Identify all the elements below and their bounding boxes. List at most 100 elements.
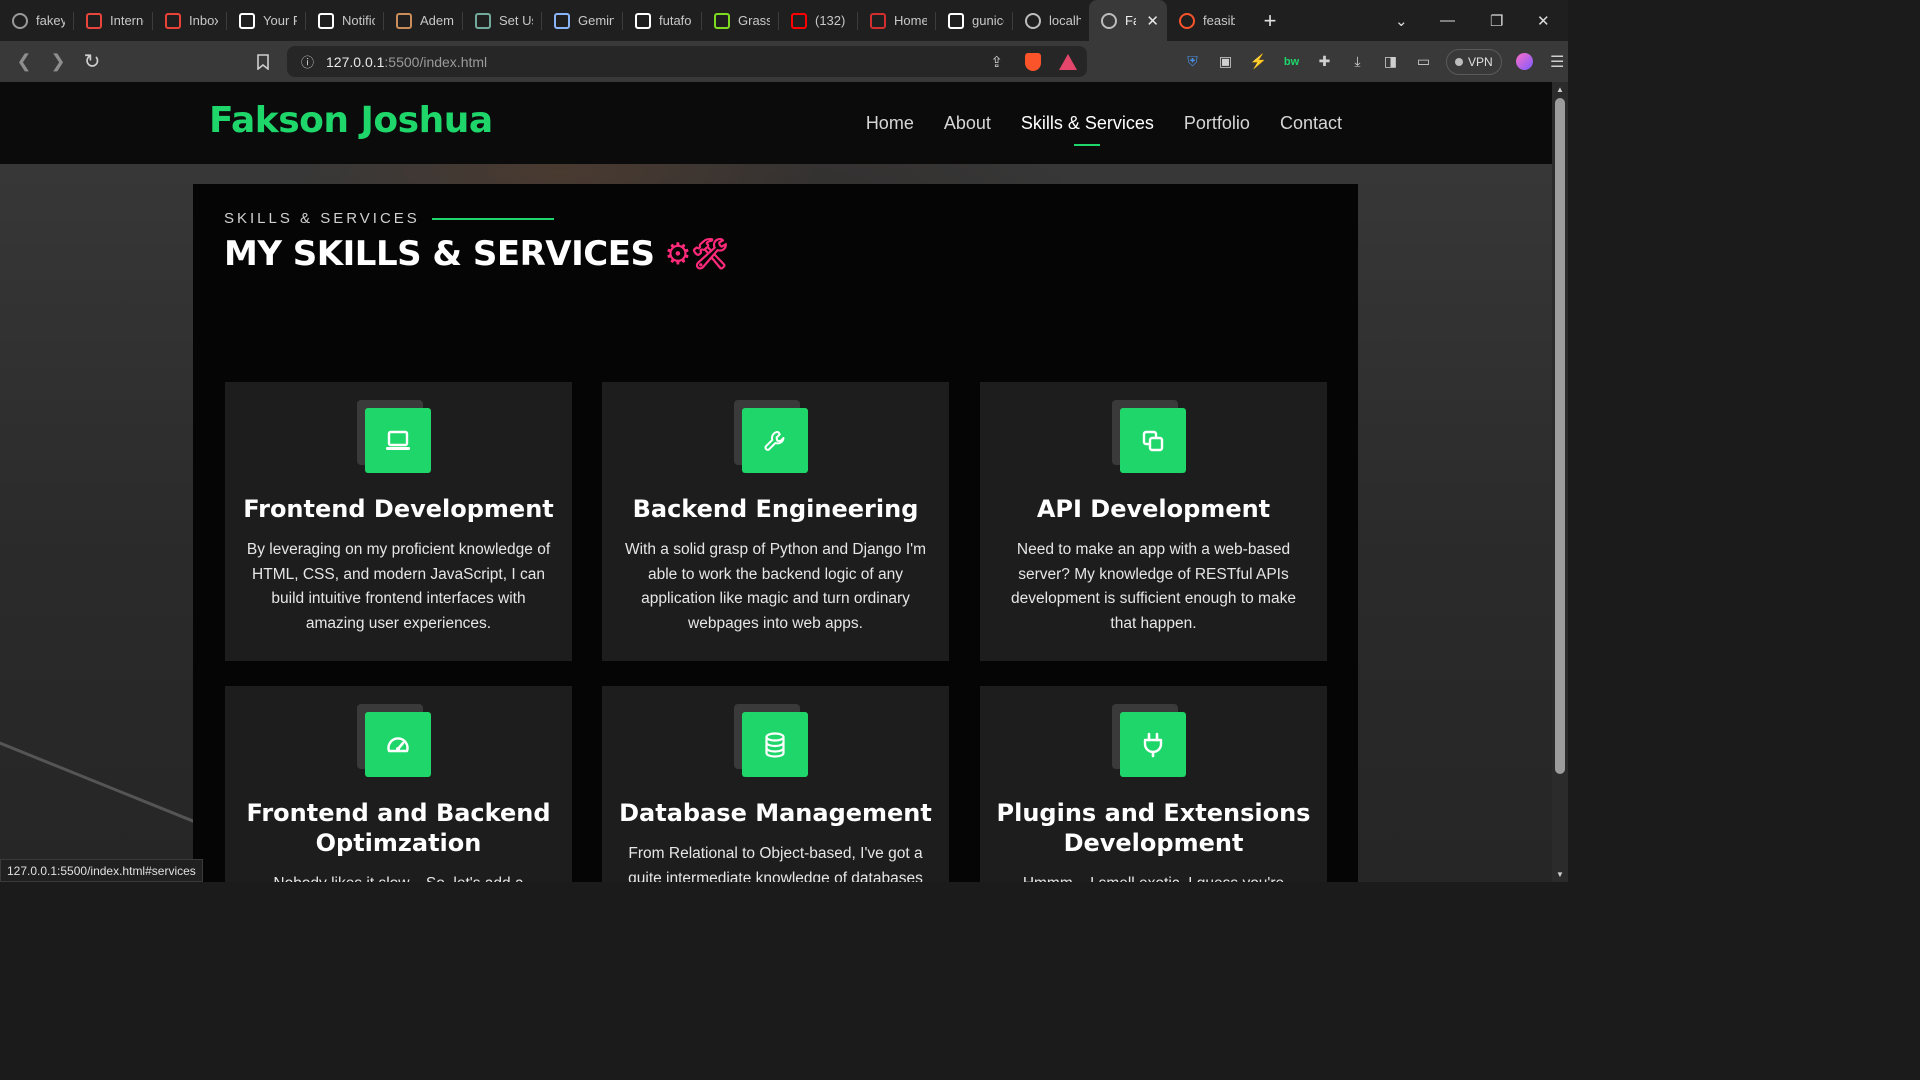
site-nav: Home About Skills & Services Portfolio Conta… [866, 82, 1342, 164]
service-icon-wrap [357, 400, 431, 473]
new-tab-button[interactable]: + [1255, 8, 1285, 34]
browser-tab-title: fakeye [36, 13, 65, 28]
gemini-icon [554, 12, 570, 29]
vpn-button[interactable]: VPN [1446, 48, 1502, 75]
page-scrollbar[interactable]: ▲ ▼ [1552, 82, 1568, 882]
brave-shields-icon[interactable] [1025, 52, 1041, 71]
section-title-text: MY SKILLS & SERVICES [224, 234, 655, 274]
browser-tab[interactable]: Inbox [153, 0, 226, 41]
browser-tab[interactable]: Home [858, 0, 935, 41]
site-info-icon[interactable]: ⓘ [301, 52, 314, 71]
x-logo-icon [318, 12, 334, 29]
tab-search-icon[interactable]: ⌄ [1395, 0, 1408, 41]
browser-tab-title: Inbox [189, 13, 218, 28]
address-bar[interactable]: ⓘ 127.0.0.1:5500/index.html ⇪ [287, 46, 1087, 77]
browser-tab[interactable]: futafo [623, 0, 701, 41]
bw-extension-icon[interactable]: bw [1275, 45, 1308, 78]
browser-tab[interactable]: localh [1013, 0, 1089, 41]
browser-tab[interactable]: Gemin [542, 0, 622, 41]
restore-icon[interactable]: ❐ [1490, 0, 1503, 41]
youtube-icon [791, 12, 807, 29]
service-description: Hmmm... I smell exotic. I guess you're l… [1000, 872, 1307, 882]
brave-rewards-icon[interactable] [1059, 53, 1077, 70]
database-icon [742, 712, 808, 777]
browser-tab[interactable]: Adem [384, 0, 462, 41]
browser-toolbar: ❮ ❯ ↻ ⓘ 127.0.0.1:5500/index.html ⇪ ⛨ ▣ … [0, 41, 1568, 82]
browser-tab[interactable]: fakeye [0, 0, 73, 41]
eyebrow-line [431, 217, 554, 220]
nav-link[interactable]: Skills & Services [1021, 113, 1154, 146]
gmail-icon [165, 12, 181, 29]
site-logo[interactable]: Fakson Joshua [209, 100, 493, 141]
profile-avatar[interactable] [1508, 45, 1541, 78]
nav-link[interactable]: Portfolio [1184, 113, 1250, 134]
share-icon[interactable]: ⇪ [990, 53, 1003, 71]
bookmark-icon[interactable] [246, 45, 280, 79]
wrench-icon [742, 408, 808, 473]
grass-extension-icon[interactable]: ⚡ [1242, 45, 1275, 78]
scrollbar-thumb[interactable] [1555, 98, 1565, 774]
service-description: From Relational to Object-based, I've go… [628, 845, 923, 882]
download-icon[interactable]: ⤓ [1341, 45, 1374, 78]
browser-tab-title: feasibl [1203, 13, 1235, 28]
service-icon-wrap [1112, 704, 1186, 777]
extension-window-icon[interactable]: ▣ [1209, 45, 1242, 78]
browser-tab[interactable]: Interne [74, 0, 152, 41]
wallet-icon[interactable]: ▭ [1407, 45, 1440, 78]
github-icon [239, 12, 255, 29]
browser-tab-title: Grass [738, 13, 770, 28]
gear-tools-icon: ⚙🛠 [664, 236, 729, 272]
browser-tab-title: Notific [342, 13, 375, 28]
extensions-puzzle-icon[interactable]: ✚ [1308, 45, 1341, 78]
copy-icon [1120, 408, 1186, 473]
browser-tab[interactable]: Notific [306, 0, 383, 41]
forward-icon[interactable]: ❯ [41, 45, 75, 79]
page-viewport: Fakson Joshua Home About Skills & Services… [0, 82, 1552, 882]
browser-tab[interactable]: gunicc [936, 0, 1012, 41]
service-icon-wrap [1112, 400, 1186, 473]
back-icon[interactable]: ❮ [7, 45, 41, 79]
section-title: MY SKILLS & SERVICES ⚙🛠 [224, 234, 729, 274]
browser-tab-title: Adem [420, 13, 454, 28]
service-title: Database Management [619, 799, 932, 827]
grass-icon [714, 12, 730, 29]
vpn-label: VPN [1468, 54, 1493, 69]
scroll-down-icon[interactable]: ▼ [1552, 870, 1568, 879]
openai-icon [475, 12, 491, 29]
laptop-icon [365, 408, 431, 473]
browser-tab[interactable]: feasibl [1167, 0, 1243, 41]
browser-tab[interactable]: Fa ✕ [1089, 0, 1167, 41]
browser-tab-title: localh [1049, 13, 1081, 28]
browser-tab[interactable]: Set Us [463, 0, 541, 41]
service-icon-wrap [734, 400, 808, 473]
menu-icon[interactable]: ☰ [1541, 45, 1574, 78]
services-section: SKILLS & SERVICES MY SKILLS & SERVICES ⚙… [193, 184, 1358, 882]
nav-link[interactable]: About [944, 113, 991, 134]
status-bar-url: 127.0.0.1:5500/index.html#services [0, 859, 203, 882]
browser-tab[interactable]: Grass [702, 0, 778, 41]
close-window-icon[interactable]: ✕ [1537, 0, 1550, 41]
minimize-icon[interactable]: — [1440, 0, 1455, 41]
service-description: Nobody likes it slow... So, let's add a … [245, 872, 552, 882]
reload-icon[interactable]: ↻ [75, 45, 109, 79]
browser-tab-strip: fakeye Interne Inbox Your R Notific Adem Set U… [0, 0, 1568, 41]
shield-icon [948, 12, 964, 29]
browser-tab-title: gunicc [972, 13, 1004, 28]
speedometer-icon [365, 712, 431, 777]
plug-icon [1120, 712, 1186, 777]
service-card: Backend Engineering With a solid grasp of… [602, 382, 949, 661]
avatar-icon [396, 12, 412, 29]
loading-icon [12, 12, 28, 29]
section-eyebrow: SKILLS & SERVICES [224, 210, 554, 227]
nav-link[interactable]: Contact [1280, 113, 1342, 134]
scroll-up-icon[interactable]: ▲ [1552, 85, 1568, 94]
service-card: Frontend Development By leveraging on my … [225, 382, 572, 661]
close-tab-icon[interactable]: ✕ [1146, 12, 1159, 30]
speedometer-icon [86, 12, 102, 29]
browser-tab[interactable]: Your R [227, 0, 305, 41]
sidebar-icon[interactable]: ◨ [1374, 45, 1407, 78]
bitwarden-shield-icon[interactable]: ⛨ [1176, 45, 1209, 78]
nav-link[interactable]: Home [866, 113, 914, 134]
browser-tab[interactable]: (132) [779, 0, 857, 41]
service-title: Frontend Development [243, 495, 554, 523]
